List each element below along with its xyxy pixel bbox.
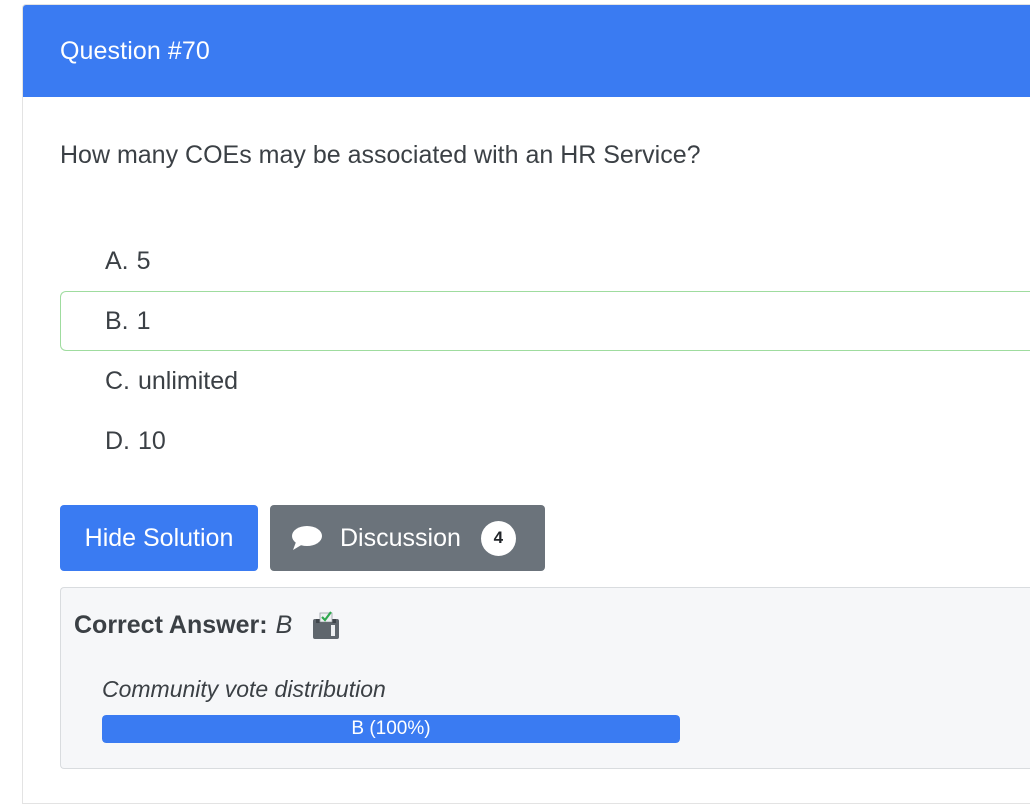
choice-text: 1 — [136, 306, 151, 335]
hide-solution-label: Hide Solution — [84, 523, 234, 552]
discussion-label: Discussion — [340, 523, 461, 552]
correct-answer-line: Correct Answer: B — [74, 610, 340, 640]
choice-text: unlimited — [138, 366, 239, 395]
question-text: How many COEs may be associated with an … — [60, 141, 701, 169]
hide-solution-button[interactable]: Hide Solution — [60, 505, 258, 571]
correct-answer-value: B — [275, 610, 293, 639]
choice-letter: C. — [105, 366, 130, 395]
choice-b[interactable]: B. 1 — [60, 291, 1030, 351]
vote-bar-label: B (100%) — [351, 718, 431, 739]
choice-letter: A. — [105, 246, 129, 275]
action-buttons: Hide Solution Discussion 4 — [60, 505, 545, 571]
choice-a[interactable]: A. 5 — [60, 231, 1030, 291]
vote-bar-b: B (100%) — [102, 715, 680, 743]
choice-letter: B. — [105, 306, 129, 335]
solution-panel: Correct Answer: B Community vote distrib… — [60, 587, 1030, 769]
vote-bar-track: B (100%) — [102, 715, 680, 743]
speech-bubble-icon — [292, 526, 322, 550]
choice-c[interactable]: C. unlimited — [60, 351, 1030, 411]
question-header: Question #70 — [23, 5, 1030, 97]
discussion-count-badge: 4 — [480, 520, 516, 556]
question-card: Question #70 How many COEs may be associ… — [22, 4, 1030, 804]
correct-answer-label: Correct Answer: — [74, 610, 268, 639]
question-title: Question #70 — [60, 36, 210, 65]
discussion-button[interactable]: Discussion 4 — [270, 505, 545, 571]
choice-letter: D. — [105, 426, 130, 455]
voted-ballot-icon — [313, 611, 340, 639]
vote-distribution-title: Community vote distribution — [102, 676, 386, 702]
choice-list: A. 5 B. 1 C. unlimited D. 10 — [60, 231, 1030, 471]
choice-text: 10 — [138, 426, 166, 455]
choice-d[interactable]: D. 10 — [60, 411, 1030, 471]
choice-text: 5 — [136, 246, 151, 275]
